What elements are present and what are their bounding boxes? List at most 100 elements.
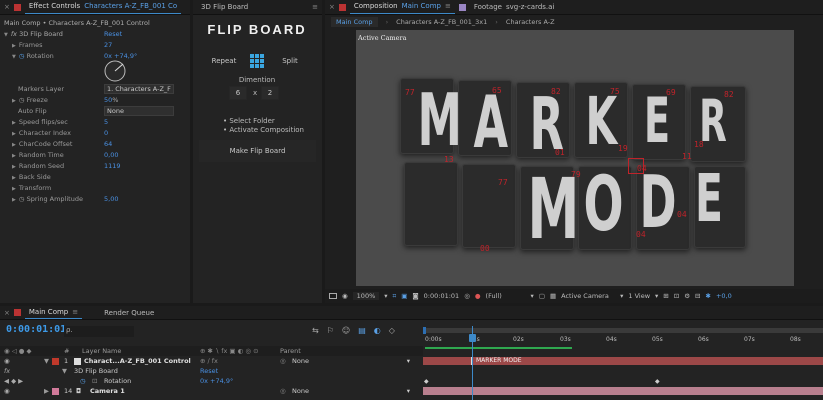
flowchart-icon[interactable]: ⊟ [695, 292, 700, 300]
param-row[interactable]: ▶ ◷ Spring Amplitude 5,00 [0, 193, 190, 204]
param-row[interactable]: ▶ Frames 27 [0, 39, 190, 50]
param-row[interactable]: ▶ Character Index 0 [0, 127, 190, 138]
make-flip-board-button[interactable]: Make Flip Board [199, 140, 316, 162]
anchor-point-box[interactable] [628, 158, 644, 174]
fx-icon[interactable]: fx [4, 367, 10, 375]
close-icon[interactable]: × [4, 309, 10, 317]
subtab-precomp[interactable]: Characters A-Z_FB_001_3x1 [396, 18, 487, 26]
chevron-down-icon[interactable]: ▾ [655, 292, 658, 300]
param-row[interactable]: Markers Layer 1. Characters A-Z_F [0, 83, 190, 94]
snapshot-icon[interactable]: ◎ [464, 292, 470, 300]
eye-icon[interactable]: ◉ [4, 357, 10, 365]
layer-marker[interactable]: MARKER MODE [471, 357, 522, 365]
work-area-start[interactable] [423, 327, 426, 334]
graph-editor-icon[interactable]: ◇ [389, 326, 395, 335]
chevron-down-icon[interactable]: ▾ [620, 292, 623, 300]
expand-arrow[interactable]: ▼ [62, 367, 67, 375]
reset-link[interactable]: Reset [200, 367, 218, 375]
close-icon[interactable]: × [4, 3, 10, 11]
time-ruler[interactable]: 0:00s 01s 02s 03s 04s 05s 06s 07s 08s [423, 326, 823, 346]
param-row[interactable]: ▶ Random Seed 1119 [0, 160, 190, 171]
eye-icon[interactable]: ◉ [4, 387, 10, 395]
effect-header-row[interactable]: ▼ fx 3D Flip Board Reset [0, 28, 190, 39]
keyframe[interactable]: ◆ [655, 378, 660, 385]
dimension-x-input[interactable]: 6 [229, 86, 247, 100]
layer-bar[interactable] [423, 387, 823, 395]
tab-effect-controls[interactable]: Effect Controls Characters A-Z_FB_001 Co [24, 0, 182, 14]
repeat-button[interactable]: Repeat [203, 52, 245, 70]
shy-icon[interactable]: ☺ [342, 326, 350, 335]
lock-icon[interactable] [13, 3, 21, 11]
chevron-down-icon[interactable]: ▾ [384, 292, 387, 300]
parent-pickwhip-icon[interactable]: ◎ [280, 387, 286, 395]
menu-icon[interactable]: ≡ [72, 308, 78, 316]
view-options-icon[interactable]: ⊞ [663, 292, 668, 300]
param-row[interactable]: ▼ ◷ Rotation 0x +74,9° [0, 50, 190, 61]
param-row[interactable]: ▶ ◷ Freeze 50% [0, 94, 190, 105]
exposure-icon[interactable]: ✱ [705, 292, 710, 300]
tab-main-comp[interactable]: Main Comp ≡ [24, 306, 83, 319]
transparency-icon[interactable]: ▦ [550, 292, 556, 300]
motion-blur-icon[interactable]: ◐ [374, 326, 381, 335]
stopwatch-icon[interactable]: ◷ [80, 377, 86, 385]
stopwatch-icon[interactable]: ◷ [19, 96, 25, 104]
dimension-y-input[interactable]: 2 [261, 86, 279, 100]
effect-row[interactable]: fx ▼ 3D Flip Board Reset [0, 366, 423, 376]
param-row[interactable]: ▶ Back Side [0, 171, 190, 182]
close-icon[interactable]: × [329, 3, 335, 11]
rotation-dial[interactable] [103, 59, 127, 83]
timecode-display[interactable]: 0:00:01:01 [424, 292, 460, 300]
reset-link[interactable]: Reset [104, 30, 122, 38]
menu-icon[interactable]: ≡ [312, 3, 318, 11]
lock-icon[interactable] [13, 309, 21, 316]
split-button[interactable]: Split [269, 52, 311, 70]
playhead-handle[interactable] [469, 334, 476, 342]
camera-select[interactable]: Active Camera [561, 292, 615, 300]
3d-icon[interactable]: ⚙ [684, 292, 690, 300]
search-input[interactable]: ρ. [64, 326, 134, 337]
expand-arrow[interactable]: ▶ [44, 387, 49, 395]
layer-color-label[interactable] [52, 357, 59, 365]
tab-footage[interactable]: Footage svg-z-cards.ai [470, 0, 559, 14]
markers-layer-select[interactable]: 1. Characters A-Z_F [104, 83, 174, 94]
stopwatch-icon[interactable]: ◷ [19, 195, 25, 203]
draft-3d-icon[interactable]: ⚐ [327, 326, 334, 335]
resolution-select[interactable]: (Full) [486, 292, 526, 300]
subtab-main-comp[interactable]: Main Comp [331, 17, 378, 27]
roi-icon[interactable]: ▢ [539, 292, 545, 300]
view-select[interactable]: 1 View [628, 292, 650, 300]
comp-flow-icon[interactable]: ⇆ [312, 326, 319, 335]
grid-toggle-icon[interactable]: ⌗ [393, 292, 397, 301]
zoom-select[interactable]: 100% [352, 292, 380, 300]
monitor-icon[interactable] [329, 293, 337, 299]
param-row[interactable]: ▶ Speed flips/sec 5 [0, 116, 190, 127]
param-row[interactable]: Auto Flip None [0, 105, 190, 116]
work-area-bar[interactable] [423, 328, 823, 333]
mask-icon[interactable]: ▣ [401, 292, 407, 300]
keyframe-nav[interactable]: ◀ ◆ ▶ [4, 377, 23, 385]
lock-icon[interactable] [338, 3, 346, 11]
tab-composition[interactable]: Composition Main Comp ≡ [349, 0, 455, 14]
keyframe[interactable]: ◆ [424, 378, 429, 385]
menu-icon[interactable]: ≡ [445, 2, 451, 10]
param-row[interactable]: ▶ Transform [0, 182, 190, 193]
tab-3d-flip-board[interactable]: 3D Flip Board [197, 0, 252, 14]
param-row[interactable]: ▶ CharCode Offset 64 [0, 138, 190, 149]
property-row[interactable]: ◀ ◆ ▶ ◷ ⊡ Rotation 0x +74,9° [0, 376, 423, 386]
auto-flip-select[interactable]: None [104, 105, 174, 116]
subtab-characters[interactable]: Characters A-Z [506, 18, 555, 26]
timeline-timecode[interactable]: 0:00:01:01 [6, 324, 66, 335]
layer-row[interactable]: ◉ ▼ 1 Charact...A-Z_FB_001 Control ⊕ ∕ f… [0, 356, 423, 366]
layer-color-label[interactable] [52, 387, 59, 395]
graph-icon[interactable]: ⊡ [92, 377, 97, 385]
expand-arrow[interactable]: ▼ [44, 357, 49, 365]
param-row[interactable]: ▶ Random Time 0,00 [0, 149, 190, 160]
exposure-value[interactable]: +0,0 [716, 292, 732, 300]
frame-blend-icon[interactable]: ▤ [358, 326, 366, 335]
bullet-icon[interactable]: ◉ [342, 292, 348, 300]
grid-icon[interactable] [250, 54, 264, 68]
camera-icon[interactable]: ◙ [412, 292, 418, 300]
parent-pickwhip-icon[interactable]: ◎ [280, 357, 286, 365]
chevron-down-icon[interactable]: ▾ [531, 292, 534, 300]
layer-switches[interactable]: ⊕ ∕ fx [200, 357, 218, 365]
